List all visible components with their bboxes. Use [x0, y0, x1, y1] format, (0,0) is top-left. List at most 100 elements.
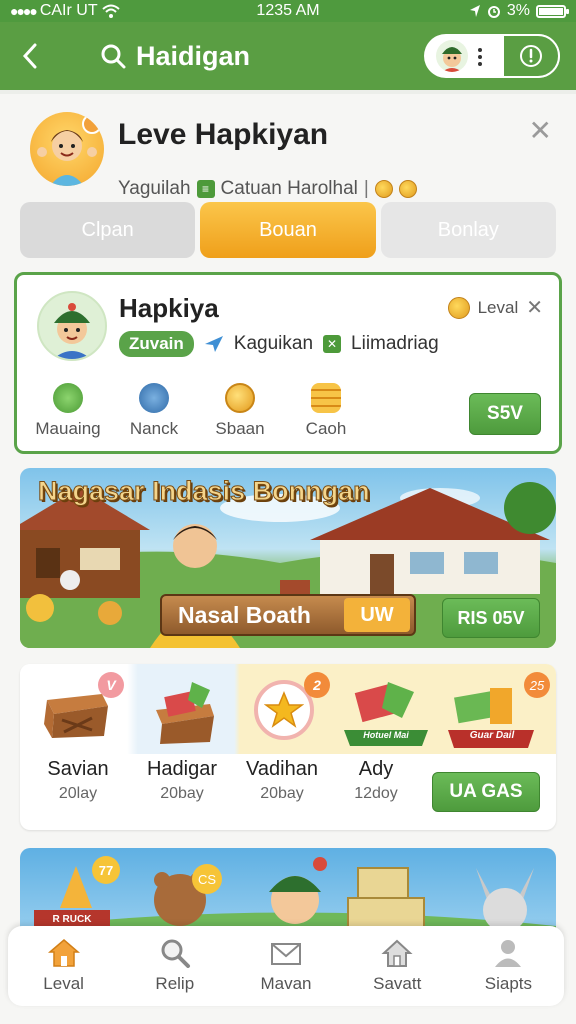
sheet-subtitle: Yaguilah ≡ Catuan Harolhal |: [118, 178, 417, 200]
nav-siapts[interactable]: Siapts: [453, 926, 564, 1006]
signal-dots-icon: ●●●●: [10, 3, 38, 19]
more-options-icon[interactable]: [478, 48, 482, 66]
chevron-left-icon: [22, 43, 37, 69]
nav-leval[interactable]: Leval: [8, 926, 119, 1006]
cash-badge: 25: [524, 672, 550, 698]
banner-plank: Nasal Boath UW: [160, 594, 416, 636]
profile-avatar: [37, 291, 107, 361]
nav-label: Mavan: [260, 974, 312, 993]
promo-banner[interactable]: Nagasar Indasis Bonngan Nasal Boath UW R…: [20, 468, 556, 648]
nav-relip[interactable]: Relip: [119, 926, 230, 1006]
tab-bar: Clpan Bouan Bonlay: [20, 202, 556, 258]
stat-nanck[interactable]: Nanck: [123, 383, 185, 439]
user-avatar[interactable]: [436, 40, 468, 72]
reward-days: 20lay: [58, 785, 98, 802]
alarm-icon: [487, 6, 500, 18]
profile-card[interactable]: Hapkiya Leval ✕ Zuvain Kaguikan ✕ Liimad…: [14, 272, 562, 454]
reward-hadigar[interactable]: Hadigar 20bay: [132, 758, 232, 803]
status-right: 3%: [366, 2, 569, 20]
reward-name: Ady: [358, 758, 394, 780]
app-bar: Haidigan: [0, 22, 576, 90]
rewards-card: V 2 Hotuel Mai Guar Dail 25 Savian 20lay…: [20, 664, 556, 830]
level-indicator: Leval ✕: [447, 295, 543, 320]
location-icon: [469, 5, 480, 17]
nav-label: Siapts: [484, 974, 533, 993]
rewards-action-button[interactable]: UA GAS: [432, 772, 540, 812]
stat-caoh[interactable]: Caoh: [295, 383, 357, 439]
ribbon-hotuel: Hotuel Mai: [363, 730, 409, 740]
reward-ady[interactable]: Ady 12doy: [326, 758, 426, 803]
stat-mauaing[interactable]: Mauaing: [35, 383, 101, 439]
boy-avatar-icon: [53, 303, 91, 359]
house-outline-icon: [381, 939, 413, 967]
subtitle-b: Catuan Harolhal: [220, 178, 358, 199]
app-bar-title: Haidigan: [136, 40, 251, 71]
header-avatar-badge: [82, 114, 102, 134]
profile-name: Hapkiya: [119, 293, 219, 323]
carrier-label: CAIr UT: [39, 2, 98, 19]
reward-name: Vadihan: [246, 758, 318, 780]
status-bar: ●●●● CAIr UT 1235 AM 3%: [0, 0, 576, 22]
strip-badge-77: 77: [92, 856, 120, 884]
strip-sign: R RUCK: [52, 914, 92, 925]
profile-icon: [495, 940, 522, 967]
info-button[interactable]: [502, 34, 560, 78]
search-icon[interactable]: [100, 43, 126, 69]
tab-bouan[interactable]: Bouan: [200, 202, 376, 258]
banner-title: Nagasar Indasis Bonngan: [38, 476, 371, 507]
stat-label: Mauaing: [35, 419, 101, 438]
home-icon: [47, 939, 80, 967]
star-icon: [264, 691, 304, 728]
back-button[interactable]: [0, 22, 60, 90]
wifi-icon: [101, 4, 120, 18]
coin-stack-icon: [398, 180, 417, 198]
nav-label: Leval: [43, 974, 84, 993]
sheet-title: Leve Hapkiyan: [118, 118, 329, 151]
tag-liimadriag: Liimadriag: [351, 333, 439, 354]
stat-sbaan[interactable]: Sbaan: [209, 383, 271, 439]
status-time: 1235 AM: [256, 2, 320, 19]
money-crate-icon: [156, 682, 214, 744]
stat-label: Nanck: [129, 419, 179, 438]
reward-days: 12doy: [354, 785, 398, 802]
tab-bonlay[interactable]: Bonlay: [380, 202, 556, 258]
nav-mavan[interactable]: Mavan: [230, 926, 341, 1006]
coin-stack-icon: [311, 383, 341, 413]
level-coin-icon: [447, 296, 470, 319]
bottom-nav: Leval Relip Mavan Savatt Siapts: [8, 926, 564, 1006]
dismiss-icon[interactable]: ✕: [526, 295, 543, 320]
battery-label: 3%: [506, 2, 530, 19]
strip-badge-cs: CS: [192, 864, 222, 894]
divider-bar: |: [363, 178, 369, 199]
mail-icon: [271, 943, 301, 965]
paper-plane-icon: [204, 336, 223, 352]
bottom-sheet: Leve Hapkiyan Yaguilah ≡ Catuan Harolhal…: [0, 94, 576, 1024]
sheet-header: Leve Hapkiyan Yaguilah ≡ Catuan Harolhal…: [28, 112, 558, 202]
profile-action-button[interactable]: S5V: [469, 393, 541, 435]
crossed-box-icon: ✕: [323, 335, 342, 353]
nav-label: Savatt: [373, 974, 422, 993]
nav-savatt[interactable]: Savatt: [342, 926, 453, 1006]
reward-name: Hadigar: [146, 758, 218, 780]
nav-label: Relip: [155, 974, 195, 993]
close-icon[interactable]: ✕: [529, 114, 552, 147]
reward-days: 20bay: [160, 785, 204, 802]
profile-tags: Zuvain Kaguikan ✕ Liimadriag: [119, 331, 439, 357]
status-badge: Zuvain: [119, 331, 194, 357]
stat-label: Sbaan: [215, 419, 265, 438]
subtitle-a: Yaguilah: [118, 178, 191, 199]
tab-clpan[interactable]: Clpan: [20, 202, 196, 258]
banner-action-button[interactable]: RIS 05V: [442, 598, 540, 638]
medal-badge: 2: [304, 672, 330, 698]
status-left: ●●●● CAIr UT: [10, 2, 210, 20]
reward-savian[interactable]: Savian 20lay: [28, 758, 128, 803]
plank-tag: UW: [344, 598, 410, 632]
info-icon: [520, 45, 542, 67]
stats-row: Mauaing Nanck Sbaan Caoh: [35, 383, 357, 439]
reward-vadihan[interactable]: Vadihan 20bay: [232, 758, 332, 803]
appbar-action-pill: [424, 34, 560, 78]
crate-badge: V: [98, 672, 124, 698]
battery-icon: [536, 4, 569, 18]
search-icon: [161, 939, 190, 968]
tag-kaguikan: Kaguikan: [233, 333, 314, 354]
